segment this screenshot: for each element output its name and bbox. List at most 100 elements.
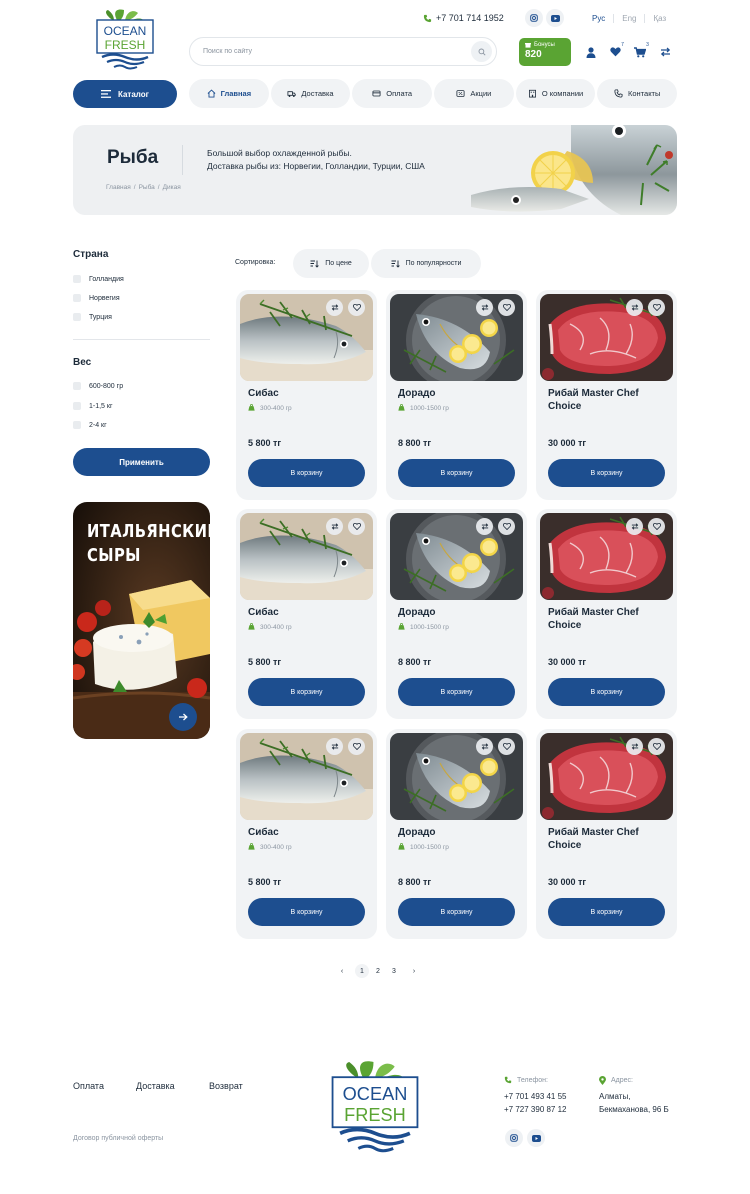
favorite-icon[interactable] <box>648 299 665 316</box>
product-card[interactable]: Рибай Master Chef Choice 30 000 тг В кор… <box>536 729 677 939</box>
nav-item-contacts[interactable]: Контакты <box>597 79 678 108</box>
favorite-icon[interactable] <box>348 299 365 316</box>
product-name[interactable]: Дорадо <box>398 607 518 620</box>
product-card[interactable]: Дорадо 1000-1500 гр 8 800 тг В корзину <box>386 729 527 939</box>
product-card[interactable]: Сибас 300-400 гр 5 800 тг В корзину <box>236 729 377 939</box>
add-to-cart-button[interactable]: В корзину <box>248 459 365 487</box>
footer-offer-link[interactable]: Договор публичной оферты <box>73 1135 163 1142</box>
checkbox[interactable] <box>73 313 81 321</box>
pagination-prev[interactable]: ‹ <box>335 964 349 978</box>
filter-option-weight[interactable]: 2-4 кг <box>73 421 107 429</box>
compare-icon[interactable] <box>326 518 343 535</box>
promo-arrow-button[interactable] <box>169 703 197 731</box>
favorite-icon[interactable] <box>498 518 515 535</box>
pagination-page[interactable]: 1 <box>355 964 369 978</box>
breadcrumb-separator: / <box>133 184 136 191</box>
product-card[interactable]: Сибас 300-400 гр 5 800 тг В корзину <box>236 509 377 719</box>
checkbox[interactable] <box>73 382 81 390</box>
catalog-button[interactable]: Каталог <box>73 80 177 108</box>
add-to-cart-button[interactable]: В корзину <box>548 898 665 926</box>
home-icon <box>207 89 215 98</box>
favorite-icon[interactable] <box>498 299 515 316</box>
footer-link-delivery[interactable]: Доставка <box>136 1081 175 1091</box>
nav-item-promotions[interactable]: Акции <box>434 79 514 108</box>
nav-item-home[interactable]: Главная <box>189 79 269 108</box>
add-to-cart-button[interactable]: В корзину <box>398 459 515 487</box>
product-name[interactable]: Рибай Master Chef Choice <box>548 388 668 413</box>
product-card[interactable]: Рибай Master Chef Choice 30 000 тг В кор… <box>536 290 677 500</box>
product-name[interactable]: Дорадо <box>398 827 518 840</box>
favorite-icon[interactable] <box>348 518 365 535</box>
add-to-cart-button[interactable]: В корзину <box>248 678 365 706</box>
pagination-page[interactable]: 3 <box>387 964 401 978</box>
add-to-cart-button[interactable]: В корзину <box>548 678 665 706</box>
add-to-cart-button[interactable]: В корзину <box>398 678 515 706</box>
filter-option-weight[interactable]: 1-1,5 кг <box>73 402 113 410</box>
product-name[interactable]: Рибай Master Chef Choice <box>548 607 668 632</box>
youtube-icon[interactable] <box>527 1129 545 1147</box>
add-to-cart-button[interactable]: В корзину <box>548 459 665 487</box>
search-button[interactable] <box>471 41 492 62</box>
apply-filters-button[interactable]: Применить <box>73 448 210 476</box>
checkbox[interactable] <box>73 402 81 410</box>
lang-en[interactable]: Eng <box>613 14 644 23</box>
favorite-icon[interactable] <box>648 518 665 535</box>
checkbox[interactable] <box>73 275 81 283</box>
compare-icon[interactable] <box>658 45 672 59</box>
product-name[interactable]: Сибас <box>248 827 368 840</box>
product-name[interactable]: Рибай Master Chef Choice <box>548 827 668 852</box>
footer-logo[interactable]: OCEAN FRESH <box>328 1054 422 1158</box>
favorite-icon[interactable] <box>498 738 515 755</box>
filter-option-weight[interactable]: 600-800 гр <box>73 382 123 390</box>
product-name[interactable]: Сибас <box>248 607 368 620</box>
lang-kz[interactable]: Қаз <box>644 14 674 23</box>
product-name[interactable]: Сибас <box>248 388 368 401</box>
footer-link-returns[interactable]: Возврат <box>209 1081 243 1091</box>
lang-ru[interactable]: Рус <box>592 14 613 23</box>
search-input[interactable] <box>203 48 471 55</box>
compare-icon[interactable] <box>626 738 643 755</box>
sort-by-popularity-button[interactable]: По популярности <box>371 249 481 278</box>
product-card[interactable]: Сибас 300-400 гр 5 800 тг В корзину <box>236 290 377 500</box>
compare-icon[interactable] <box>476 518 493 535</box>
compare-icon[interactable] <box>476 299 493 316</box>
filter-option-netherlands[interactable]: Голландия <box>73 275 124 283</box>
checkbox[interactable] <box>73 421 81 429</box>
filter-option-turkey[interactable]: Турция <box>73 313 112 321</box>
logo[interactable]: OCEAN FRESH <box>94 6 156 72</box>
pagination-page[interactable]: 2 <box>371 964 385 978</box>
favorite-icon[interactable] <box>648 738 665 755</box>
footer-phone-label: Телефон: <box>504 1076 548 1084</box>
instagram-icon[interactable] <box>505 1129 523 1147</box>
compare-icon[interactable] <box>626 299 643 316</box>
breadcrumb-fish[interactable]: Рыба <box>139 184 155 191</box>
user-icon[interactable] <box>584 45 598 59</box>
instagram-icon[interactable] <box>525 9 543 27</box>
add-to-cart-button[interactable]: В корзину <box>398 898 515 926</box>
nav-item-delivery[interactable]: Доставка <box>270 79 351 108</box>
compare-icon[interactable] <box>326 738 343 755</box>
nav-item-payment[interactable]: Оплата <box>352 79 433 108</box>
breadcrumb-home[interactable]: Главная <box>106 184 131 191</box>
promo-banner[interactable]: ИТАЛЬЯНСКИЕ СЫРЫ <box>73 502 210 739</box>
checkbox[interactable] <box>73 294 81 302</box>
add-to-cart-button[interactable]: В корзину <box>248 898 365 926</box>
favorite-icon[interactable] <box>348 738 365 755</box>
footer-phone-number[interactable]: +7 701 493 41 55 <box>504 1091 567 1104</box>
product-card[interactable]: Дорадо 1000-1500 гр 8 800 тг В корзину <box>386 290 527 500</box>
compare-icon[interactable] <box>326 299 343 316</box>
youtube-icon[interactable] <box>546 9 564 27</box>
bonus-badge[interactable]: Бонусы 820 <box>519 38 571 66</box>
sort-by-price-button[interactable]: По цене <box>293 249 369 278</box>
pagination-next[interactable]: › <box>407 964 421 978</box>
footer-phone-number[interactable]: +7 727 390 87 12 <box>504 1104 567 1117</box>
compare-icon[interactable] <box>476 738 493 755</box>
header-phone[interactable]: +7 701 714 1952 <box>423 13 504 23</box>
nav-item-about[interactable]: О компании <box>515 79 596 108</box>
compare-icon[interactable] <box>626 518 643 535</box>
product-card[interactable]: Рибай Master Chef Choice 30 000 тг В кор… <box>536 509 677 719</box>
filter-option-norway[interactable]: Норвегия <box>73 294 120 302</box>
footer-link-payment[interactable]: Оплата <box>73 1081 104 1091</box>
product-card[interactable]: Дорадо 1000-1500 гр 8 800 тг В корзину <box>386 509 527 719</box>
product-name[interactable]: Дорадо <box>398 388 518 401</box>
